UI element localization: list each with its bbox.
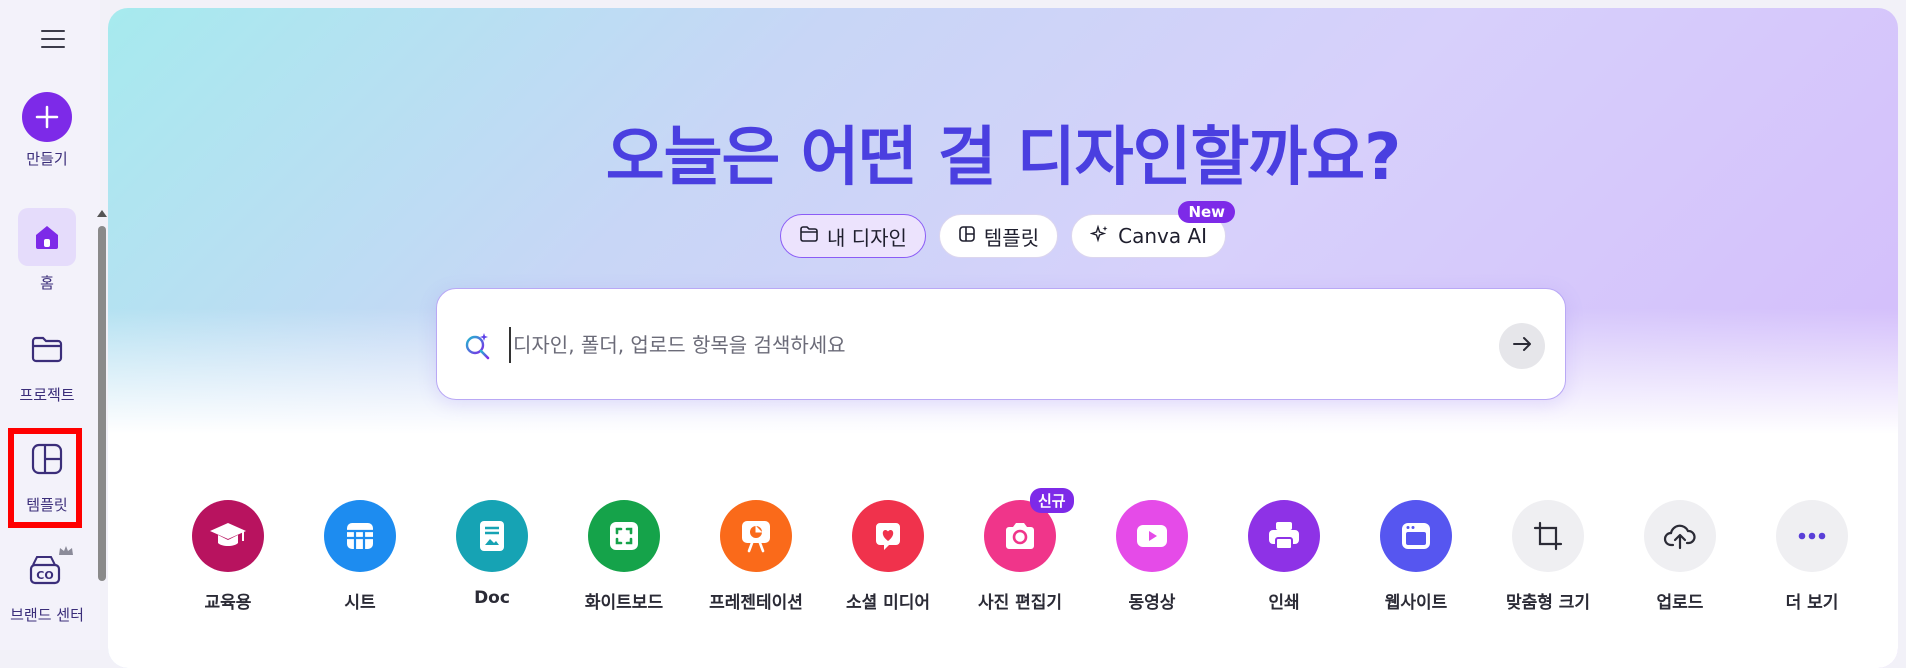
design-type-photo-editor[interactable]: 신규 사진 편집기 <box>954 488 1086 613</box>
search-input[interactable] <box>509 327 1475 363</box>
scroll-up-arrow-icon[interactable] <box>97 210 107 217</box>
design-type-label: 프레젠테이션 <box>709 593 803 613</box>
template-icon <box>18 430 76 488</box>
tab-label: Canva AI <box>1118 224 1208 248</box>
design-type-doc[interactable]: Doc <box>426 500 558 613</box>
website-icon <box>1380 500 1452 572</box>
sidebar-item-home[interactable]: 홈 <box>0 208 94 293</box>
table-icon <box>324 500 396 572</box>
home-icon <box>18 208 76 266</box>
design-type-whiteboard[interactable]: 화이트보드 <box>558 500 690 613</box>
menu-icon[interactable] <box>38 26 68 52</box>
brand-icon: CO <box>18 540 76 598</box>
design-type-label: 시트 <box>344 593 376 613</box>
main-panel: 오늘은 어떤 걸 디자인할까요? 내 디자인 템플릿 Canva AI New <box>108 8 1898 668</box>
sparkle-icon <box>1089 224 1110 249</box>
video-icon <box>1116 500 1188 572</box>
sidebar-item-label: 템플릿 <box>26 496 68 514</box>
design-type-label: 교육용 <box>204 593 252 613</box>
new-badge: 신규 <box>1030 488 1074 513</box>
design-type-upload[interactable]: 업로드 <box>1614 500 1746 613</box>
sidebar-item-brand-center[interactable]: CO 브랜드 센터 <box>0 540 94 625</box>
scroll-thumb[interactable] <box>98 226 106 581</box>
design-type-label: 동영상 <box>1128 593 1176 613</box>
cloud-upload-icon <box>1644 500 1716 572</box>
design-type-label: 맞춤형 크기 <box>1505 593 1591 613</box>
new-badge: New <box>1178 201 1236 223</box>
folder-icon <box>799 224 819 248</box>
svg-text:CO: CO <box>36 569 53 582</box>
more-dots-icon <box>1776 500 1848 572</box>
tab-label: 내 디자인 <box>826 225 907 250</box>
sidebar-item-templates[interactable]: 템플릿 <box>0 430 94 515</box>
design-type-label: 인쇄 <box>1268 593 1300 613</box>
design-type-presentation[interactable]: 프레젠테이션 <box>690 500 822 613</box>
tab-templates[interactable]: 템플릿 <box>938 214 1059 258</box>
document-icon <box>456 500 528 572</box>
graduation-cap-icon <box>192 500 264 572</box>
tab-my-designs[interactable]: 내 디자인 <box>779 214 926 258</box>
design-type-label: 웹사이트 <box>1384 593 1448 613</box>
sidebar-item-projects[interactable]: 프로젝트 <box>0 320 94 405</box>
tab-canva-ai[interactable]: Canva AI New <box>1071 201 1236 258</box>
design-type-label: 사진 편집기 <box>977 593 1063 613</box>
plus-icon <box>22 92 72 142</box>
sidebar-item-label: 프로젝트 <box>19 386 75 404</box>
design-type-label: 소셜 미디어 <box>845 593 931 613</box>
design-type-social-media[interactable]: 소셜 미디어 <box>822 500 954 613</box>
resize-icon <box>1512 500 1584 572</box>
design-type-label: 화이트보드 <box>584 593 664 613</box>
design-type-video[interactable]: 동영상 <box>1086 500 1218 613</box>
create-label: 만들기 <box>26 150 68 168</box>
printer-icon <box>1248 500 1320 572</box>
sidebar-item-label: 홈 <box>40 274 54 292</box>
design-type-education[interactable]: 교육용 <box>162 500 294 613</box>
whiteboard-icon <box>588 500 660 572</box>
design-type-label: 업로드 <box>1656 593 1704 613</box>
arrow-right-icon <box>1511 333 1533 359</box>
sidebar: 만들기 홈 프로젝트 템플릿 CO 브랜드 센터 <box>0 0 100 650</box>
heart-chat-icon <box>852 500 924 572</box>
sidebar-item-label: 브랜드 센터 <box>10 606 84 624</box>
search-submit-button[interactable] <box>1499 323 1545 369</box>
design-type-custom-size[interactable]: 맞춤형 크기 <box>1482 500 1614 613</box>
design-type-label: 더 보기 <box>1785 593 1839 613</box>
tab-label: 템플릿 <box>983 225 1040 250</box>
tab-bar: 내 디자인 템플릿 Canva AI New <box>108 201 1898 258</box>
design-type-sheets[interactable]: 시트 <box>294 500 426 613</box>
create-button[interactable]: 만들기 <box>0 92 94 169</box>
design-type-label: Doc <box>474 588 510 608</box>
design-type-print[interactable]: 인쇄 <box>1218 500 1350 613</box>
magic-search-icon <box>463 331 493 365</box>
design-type-website[interactable]: 웹사이트 <box>1350 500 1482 613</box>
search-box <box>436 288 1566 400</box>
template-icon <box>958 224 976 248</box>
design-type-row: 교육용 시트 Doc 화이트보드 프레젠테이션 소셜 미디어 신규 사진 편집기… <box>162 488 1878 613</box>
crown-icon <box>58 542 74 561</box>
presentation-icon <box>720 500 792 572</box>
folder-icon <box>18 320 76 378</box>
page-title: 오늘은 어떤 걸 디자인할까요? <box>605 121 1402 195</box>
design-type-more[interactable]: 더 보기 <box>1746 500 1878 613</box>
sidebar-scrollbar[interactable] <box>97 210 107 581</box>
